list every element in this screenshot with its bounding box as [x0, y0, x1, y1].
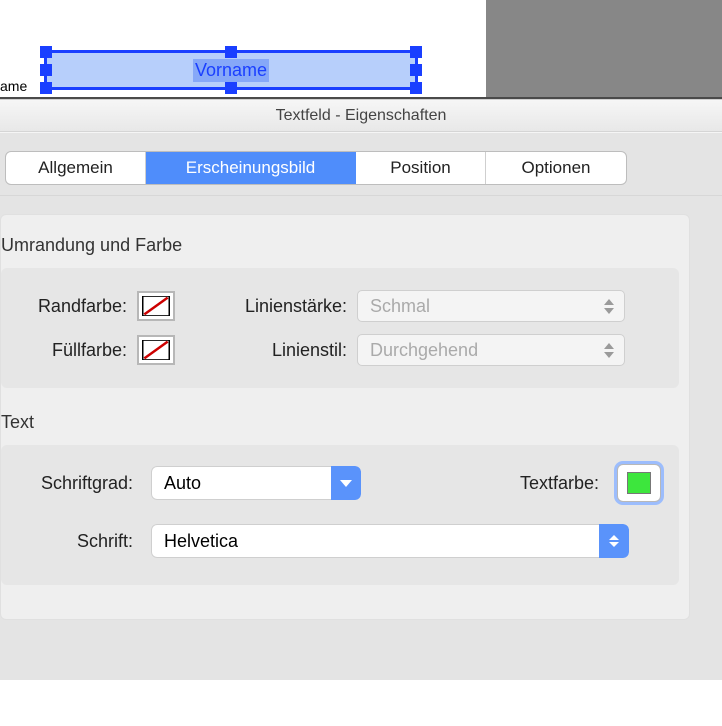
adjacent-field-label: ame [0, 78, 27, 94]
font-value: Helvetica [164, 531, 238, 552]
resize-handle-top-left[interactable] [40, 46, 52, 58]
fill-color-swatch[interactable] [137, 335, 175, 365]
no-color-icon [142, 296, 170, 316]
text-color-well[interactable] [617, 464, 661, 502]
no-color-icon [142, 340, 170, 360]
tab-appearance[interactable]: Erscheinungsbild [146, 152, 356, 184]
label-font: Schrift: [11, 531, 143, 552]
group-text: Schriftgrad: Auto Textfarbe: Schrift: [1, 445, 679, 585]
label-border-color: Randfarbe: [11, 296, 137, 317]
label-fill-color: Füllfarbe: [11, 340, 137, 361]
border-color-swatch[interactable] [137, 291, 175, 321]
resize-handle-middle-right[interactable] [410, 64, 422, 76]
resize-handle-bottom-right[interactable] [410, 82, 422, 94]
font-select[interactable]: Helvetica [151, 524, 629, 558]
label-line-style: Linienstil: [175, 340, 357, 361]
window-titlebar[interactable]: Textfeld - Eigenschaften [0, 100, 722, 132]
text-color-chip [627, 472, 651, 494]
font-size-select[interactable]: Auto [151, 466, 361, 500]
chevron-down-icon [331, 466, 361, 500]
resize-handle-top-right[interactable] [410, 46, 422, 58]
chevron-updown-icon [604, 295, 618, 317]
line-width-select[interactable]: Schmal [357, 290, 625, 322]
document-canvas[interactable]: ame Vorname [0, 0, 722, 99]
line-width-value: Schmal [370, 296, 430, 317]
group-title-text: Text [1, 392, 689, 445]
resize-handle-top-center[interactable] [225, 46, 237, 58]
resize-handle-bottom-center[interactable] [225, 82, 237, 94]
tab-options[interactable]: Optionen [486, 152, 626, 184]
tab-position[interactable]: Position [356, 152, 486, 184]
canvas-outside-page [486, 0, 722, 99]
chevron-updown-icon [604, 339, 618, 361]
resize-handle-bottom-left[interactable] [40, 82, 52, 94]
properties-tabs: Allgemein Erscheinungsbild Position Opti… [5, 151, 627, 185]
window-title: Textfeld - Eigenschaften [276, 107, 447, 125]
label-line-width: Linienstärke: [175, 296, 357, 317]
line-style-select[interactable]: Durchgehend [357, 334, 625, 366]
font-size-value: Auto [164, 473, 201, 494]
group-title-border: Umrandung und Farbe [1, 215, 689, 268]
group-border-and-color: Randfarbe: Linienstärke: Schmal Füllfarb… [1, 268, 679, 388]
label-text-color: Textfarbe: [520, 473, 609, 494]
selected-field-name: Vorname [193, 59, 269, 82]
label-font-size: Schriftgrad: [11, 473, 143, 494]
tab-general[interactable]: Allgemein [6, 152, 146, 184]
properties-window: Textfeld - Eigenschaften Allgemein Ersch… [0, 99, 722, 680]
selected-form-field[interactable]: Vorname [44, 50, 418, 90]
chevron-updown-icon [599, 524, 629, 558]
resize-handle-middle-left[interactable] [40, 64, 52, 76]
canvas-divider [0, 97, 722, 99]
line-style-value: Durchgehend [370, 340, 478, 361]
